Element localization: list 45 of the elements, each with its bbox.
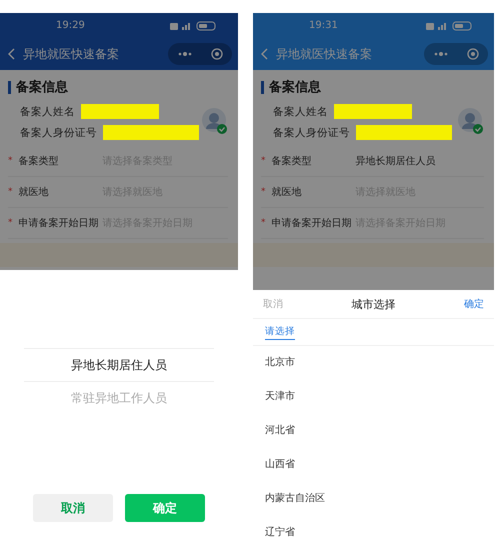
cancel-button[interactable]: 取消 (33, 494, 113, 522)
required-mark: * (261, 156, 266, 166)
city-item[interactable]: 河北省 (253, 414, 494, 448)
section-title: 备案信息 (16, 78, 68, 96)
confirm-button[interactable]: 确定 (464, 297, 484, 311)
field-label: 备案人身份证号 (273, 126, 350, 140)
field-label: 备案类型 (18, 154, 60, 168)
level-tab[interactable]: 请选择 (265, 324, 295, 340)
page-title: 异地就医快速备案 (276, 46, 373, 62)
sheet-title: 城市选择 (352, 296, 396, 312)
field-label: 备案类型 (272, 154, 312, 168)
close-icon[interactable] (210, 48, 222, 60)
avatar-icon (458, 108, 484, 136)
field-value[interactable]: 异地长期居住人员 (356, 154, 436, 168)
picker-option[interactable]: 异地长期居住人员 (24, 348, 214, 382)
section-title: 备案信息 (269, 78, 321, 96)
back-icon[interactable] (261, 48, 268, 60)
page-title: 异地就医快速备案 (23, 46, 120, 62)
picker-option[interactable]: 常驻异地工作人员 (24, 382, 214, 414)
field-label: 申请备案开始日期 (18, 216, 96, 230)
avatar-icon (202, 108, 228, 136)
field-label: 申请备案开始日期 (272, 216, 350, 230)
city-item[interactable]: 内蒙古自治区 (253, 482, 494, 516)
cancel-button[interactable]: 取消 (263, 297, 283, 311)
field-label: 备案人姓名 (273, 104, 328, 118)
city-item[interactable]: 山西省 (253, 448, 494, 482)
required-mark: * (8, 187, 12, 197)
required-mark: * (261, 218, 266, 228)
back-icon[interactable] (8, 48, 15, 60)
status-time: 19:29 (56, 20, 85, 31)
close-icon[interactable] (466, 48, 478, 60)
city-item[interactable]: 天津市 (253, 380, 494, 414)
field-label: 备案人身份证号 (20, 126, 97, 140)
required-mark: * (8, 156, 12, 166)
status-time: 19:31 (309, 20, 338, 31)
more-icon[interactable] (434, 52, 448, 56)
city-item[interactable]: 北京市 (253, 346, 494, 380)
confirm-button[interactable]: 确定 (125, 494, 205, 522)
field-label: 就医地 (272, 186, 302, 199)
more-icon[interactable] (178, 52, 192, 56)
field-label: 就医地 (18, 186, 50, 199)
field-label: 备案人姓名 (20, 104, 75, 118)
city-item[interactable]: 辽宁省 (253, 516, 494, 542)
required-mark: * (8, 218, 12, 228)
required-mark: * (261, 187, 266, 197)
